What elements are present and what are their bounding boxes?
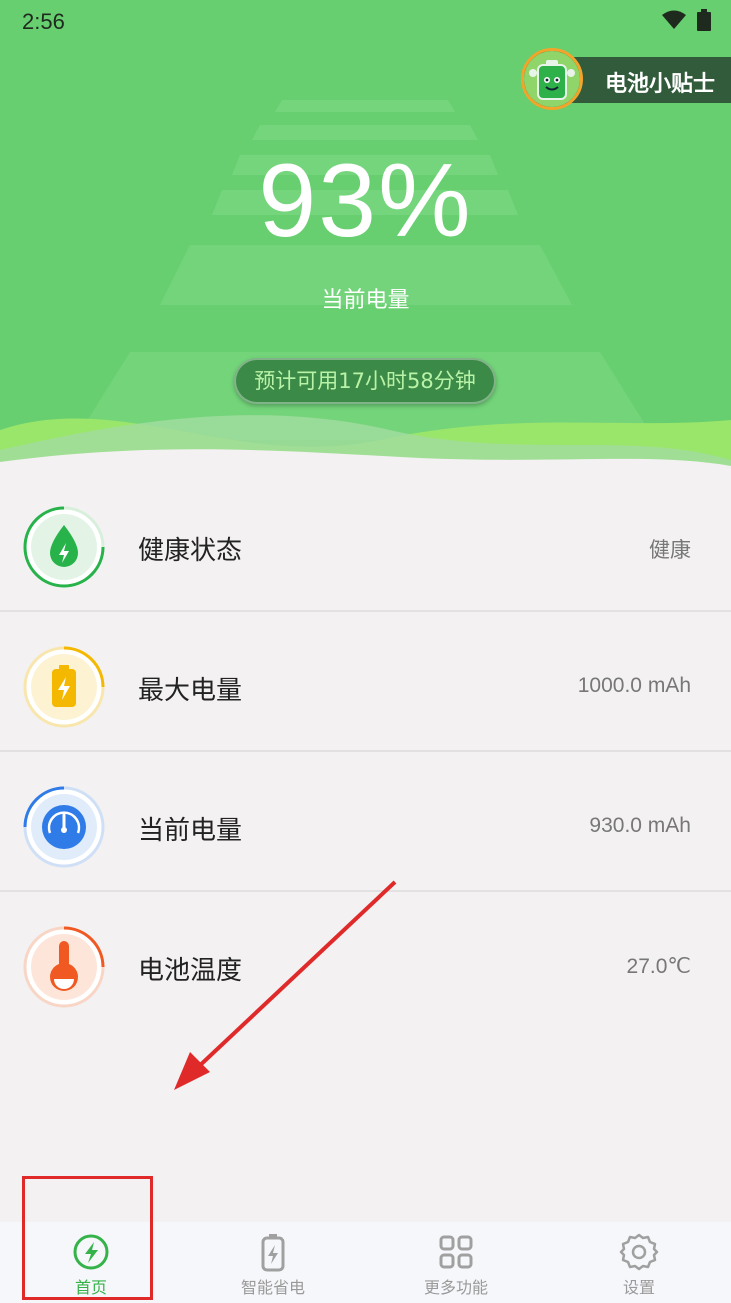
drop-bolt-icon xyxy=(23,506,105,588)
status-time: 2:56 xyxy=(22,9,65,34)
item-value: 27.0℃ xyxy=(626,955,691,978)
tab-label: 更多功能 xyxy=(423,1278,488,1297)
battery-icon xyxy=(23,646,105,728)
battery-bolt-icon xyxy=(261,1234,285,1272)
item-label: 健康状态 xyxy=(138,536,243,566)
item-label: 电池温度 xyxy=(138,956,243,986)
status-icons xyxy=(661,9,711,31)
tab-more-features[interactable]: 更多功能 xyxy=(365,1222,547,1303)
wifi-icon xyxy=(662,10,686,29)
item-label: 当前电量 xyxy=(138,816,243,846)
battery-info-list: 健康状态 健康 最大电量 1000.0 mAh 当前电量 930.0 mAh 电… xyxy=(0,472,731,1032)
item-value: 930.0 mAh xyxy=(589,814,691,837)
status-bar: 2:56 xyxy=(0,0,731,44)
thermometer-icon xyxy=(23,926,105,1008)
battery-percent: 93% xyxy=(258,143,473,259)
battery-hero: 2:56 电池小贴士 93% 当前电量 预计可用17小时58分钟 xyxy=(0,0,731,470)
tab-label: 智能省电 xyxy=(240,1278,305,1297)
list-item-current-capacity: 当前电量 930.0 mAh xyxy=(0,752,731,892)
tab-smart-saving[interactable]: 智能省电 xyxy=(182,1222,364,1303)
gear-icon xyxy=(619,1233,659,1271)
battery-percent-label: 当前电量 xyxy=(321,288,410,313)
annotation-highlight-box xyxy=(22,1176,153,1300)
battery-mascot-icon xyxy=(521,48,583,110)
gauge-icon xyxy=(23,786,105,868)
tips-label: 电池小贴士 xyxy=(605,72,716,97)
item-value: 健康 xyxy=(649,539,691,562)
list-item-max-capacity: 最大电量 1000.0 mAh xyxy=(0,612,731,752)
tab-settings[interactable]: 设置 xyxy=(548,1222,730,1303)
tab-label: 设置 xyxy=(622,1278,655,1297)
battery-status-icon xyxy=(697,9,711,31)
item-value: 1000.0 mAh xyxy=(577,674,691,697)
list-item-temperature: 电池温度 27.0℃ xyxy=(0,892,731,1032)
list-item-health: 健康状态 健康 xyxy=(0,472,731,612)
estimated-time-badge: 预计可用17小时58分钟 xyxy=(234,358,496,404)
item-label: 最大电量 xyxy=(138,676,243,706)
grid-icon xyxy=(439,1235,473,1269)
battery-tips-button[interactable]: 电池小贴士 xyxy=(521,48,731,110)
